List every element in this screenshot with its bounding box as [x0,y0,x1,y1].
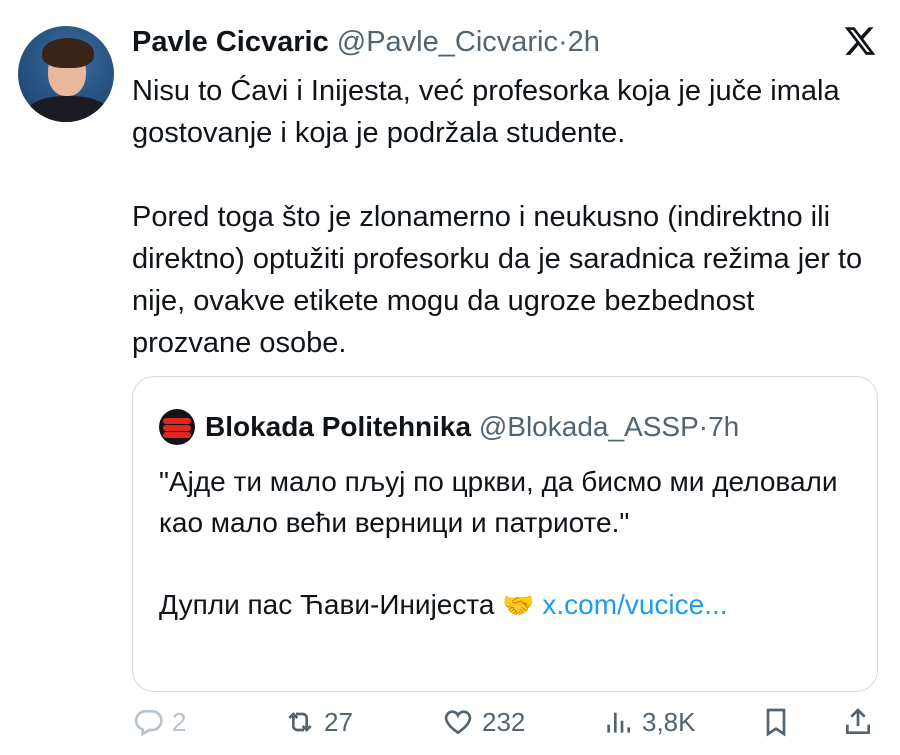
quoted-author-name[interactable]: Blokada Politehnika [205,411,471,443]
avatar-stripe [163,425,191,431]
x-logo-icon[interactable] [842,24,878,58]
views-count: 3,8K [642,706,696,737]
repost-button[interactable]: 27 [284,706,353,738]
tweet-paragraph: Nisu to Ćavi i Inijesta, već profesorka … [132,75,840,149]
action-bar: 2 27 232 3,8K [132,706,882,746]
quoted-paragraph-2: Дупли пас Ћави-Инијеста 🤝 x.com/vucice..… [159,584,849,626]
quoted-header: Blokada Politehnika @Blokada_ASSP · 7h [159,409,739,445]
like-button[interactable]: 232 [442,706,525,738]
bookmark-icon [766,708,786,737]
repost-icon [288,712,312,732]
quoted-link[interactable]: x.com/vucice... [542,589,727,620]
quoted-text: "Ајде ти мало пљуј по цркви, да бисмо ми… [159,461,849,626]
avatar-stripe [163,418,191,424]
avatar-stripe [163,432,191,438]
share-icon [846,708,870,734]
reply-icon [134,710,163,737]
quoted-tweet-card[interactable]: Blokada Politehnika @Blokada_ASSP · 7h "Ај… [132,376,878,692]
meta-separator: · [698,411,709,442]
reply-button[interactable]: 2 [132,706,186,738]
tweet-time[interactable]: 2h [568,26,600,58]
tweet-header: Pavle Cicvaric @Pavle_Cicvaric·2h [132,26,600,59]
quoted-time[interactable]: 7h [708,411,739,443]
author-avatar[interactable] [18,26,114,122]
author-name[interactable]: Pavle Cicvaric [132,26,329,58]
views-icon [607,712,630,733]
meta-separator: · [558,26,568,58]
like-icon [444,710,472,735]
share-button[interactable] [842,706,882,738]
avatar-shirt [26,96,110,122]
reply-count: 2 [172,706,187,737]
repost-count: 27 [324,706,353,737]
handshake-emoji: 🤝 [502,590,535,620]
quoted-handle[interactable]: @Blokada_ASSP [479,411,699,443]
tweet-text: Nisu to Ćavi i Inijesta, već profesorka … [132,70,872,364]
bookmark-button[interactable] [760,706,800,738]
quoted-paragraph: "Ајде ти мало пљуј по цркви, да бисмо ми… [159,466,838,538]
views-button[interactable]: 3,8K [602,706,696,738]
quoted-avatar[interactable] [159,409,195,445]
avatar-hair [42,38,94,68]
author-handle[interactable]: @Pavle_Cicvaric [337,26,558,58]
like-count: 232 [482,706,526,737]
quoted-line: Дупли пас Ћави-Инијеста [159,589,495,620]
tweet-paragraph: Pored toga što je zlonamerno i neukusno … [132,201,863,359]
